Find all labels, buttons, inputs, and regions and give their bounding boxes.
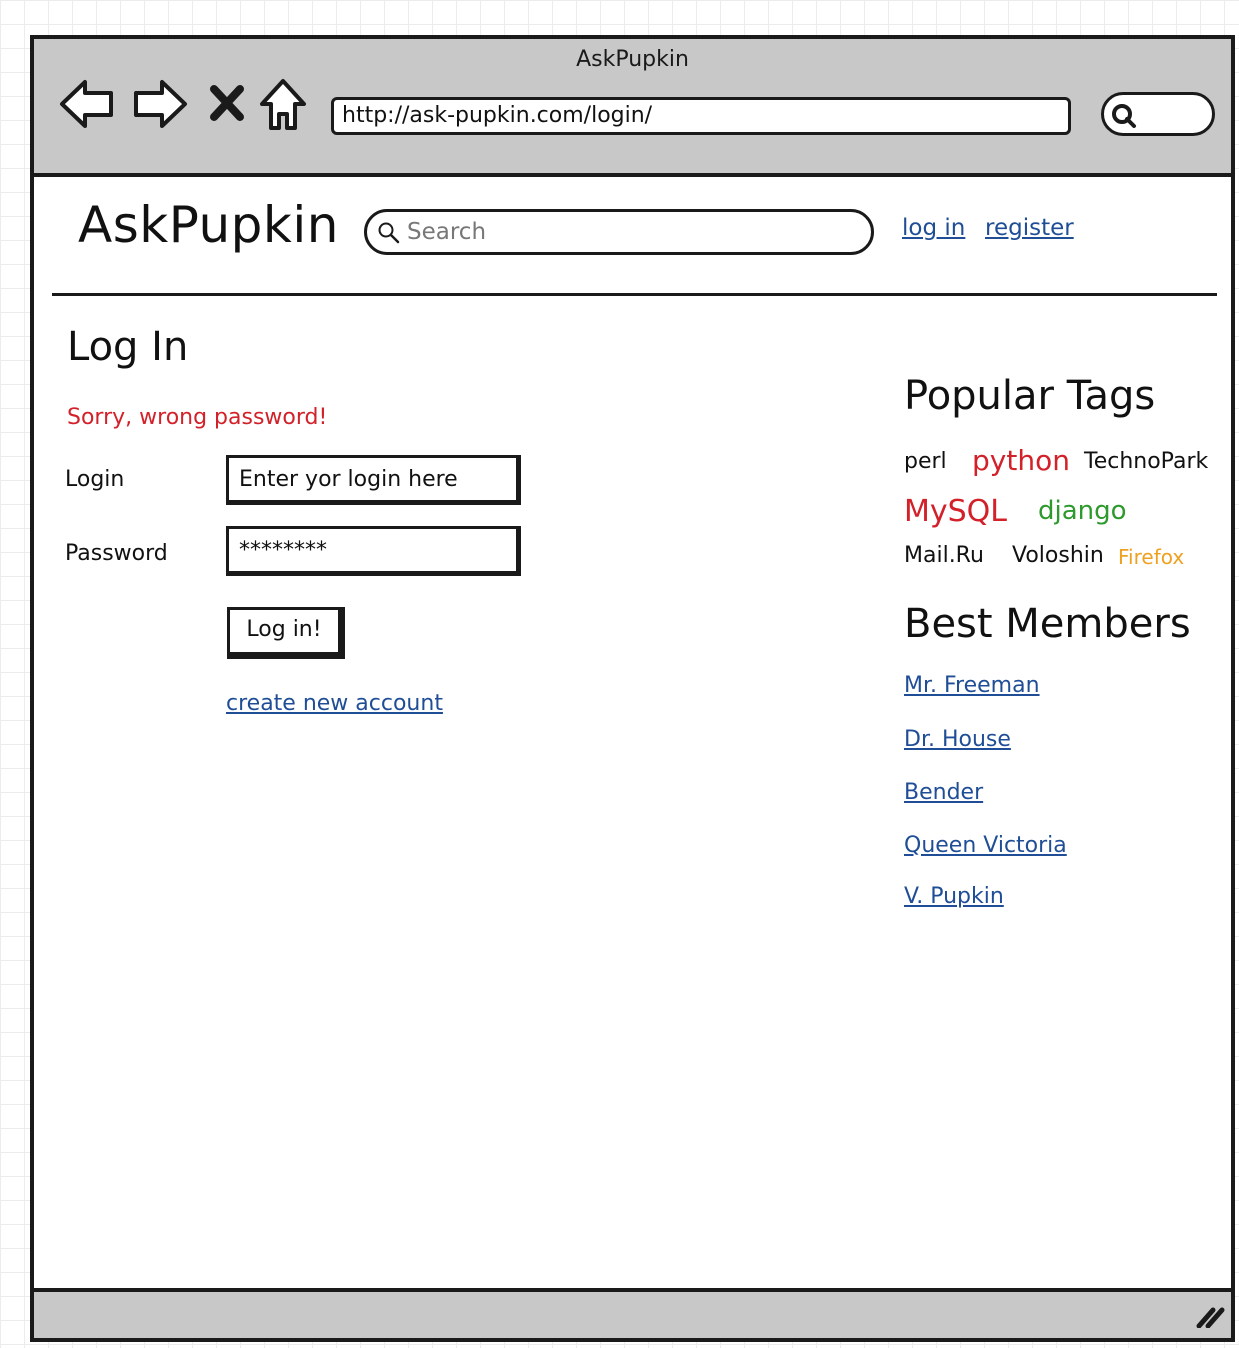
home-icon[interactable] — [258, 77, 308, 133]
tag-voloshin[interactable]: Voloshin — [1012, 543, 1104, 568]
create-account-link[interactable]: create new account — [226, 691, 443, 716]
browser-search-field[interactable] — [1101, 92, 1215, 136]
close-icon[interactable] — [207, 83, 247, 123]
browser-window: AskPupkin http://ask-pupkin.com/login/ A… — [30, 35, 1235, 1342]
member-link[interactable]: Dr. House — [904, 727, 1011, 752]
search-input[interactable] — [405, 217, 845, 247]
forward-icon[interactable] — [131, 77, 189, 131]
error-message: Sorry, wrong password! — [67, 405, 328, 430]
address-bar[interactable]: http://ask-pupkin.com/login/ — [331, 97, 1071, 135]
window-title: AskPupkin — [576, 47, 689, 72]
tag-python[interactable]: python — [972, 444, 1070, 477]
best-members-heading: Best Members — [904, 601, 1191, 647]
tag-technopark[interactable]: TechnoPark — [1084, 449, 1208, 474]
tag-mysql[interactable]: MySQL — [904, 494, 1007, 529]
login-button[interactable]: Log in! — [227, 607, 345, 659]
tag-firefox[interactable]: Firefox — [1118, 545, 1184, 569]
member-link[interactable]: Bender — [904, 780, 983, 805]
search-icon — [377, 221, 401, 249]
status-bar — [34, 1288, 1231, 1338]
login-link[interactable]: log in — [902, 215, 965, 241]
popular-tags-heading: Popular Tags — [904, 373, 1156, 419]
login-label: Login — [65, 467, 125, 492]
member-link[interactable]: Queen Victoria — [904, 833, 1067, 858]
member-link[interactable]: Mr. Freeman — [904, 673, 1040, 698]
back-icon[interactable] — [58, 77, 116, 131]
tag-django[interactable]: django — [1038, 496, 1127, 526]
password-label: Password — [65, 541, 168, 566]
page-title: Log In — [67, 324, 189, 370]
resize-grip-icon[interactable] — [1195, 1304, 1225, 1332]
browser-titlebar: AskPupkin http://ask-pupkin.com/login/ — [34, 39, 1231, 177]
tag-mailru[interactable]: Mail.Ru — [904, 543, 984, 568]
site-title[interactable]: AskPupkin — [78, 196, 339, 254]
register-link[interactable]: register — [985, 215, 1074, 241]
header-divider — [52, 293, 1217, 296]
search-icon — [1110, 102, 1138, 134]
member-link[interactable]: V. Pupkin — [904, 884, 1004, 909]
login-field[interactable] — [226, 455, 521, 505]
password-field[interactable] — [226, 526, 521, 576]
tag-perl[interactable]: perl — [904, 449, 947, 474]
site-search[interactable] — [364, 209, 874, 255]
